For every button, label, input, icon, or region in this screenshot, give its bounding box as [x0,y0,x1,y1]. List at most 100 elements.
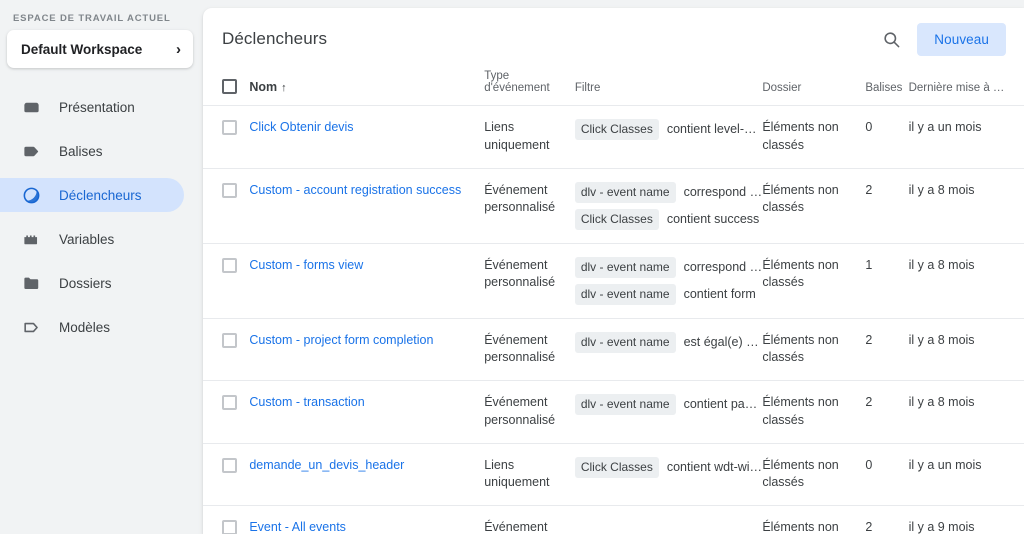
table-row[interactable]: Custom - transaction Événement personnali… [203,380,1024,444]
row-select-cell [203,443,250,507]
filter-cell: dlv - event namecorrespond à l… dlv - eve… [574,243,763,319]
table-row[interactable]: Custom - project form completion Événemen… [203,318,1024,382]
filter-condition: correspond à l… [683,184,763,199]
sort-ascending-icon: ↑ [281,82,287,94]
event-type-cell: Liens uniquement [484,105,575,169]
table-row[interactable]: demande_un_devis_header Liens uniquement C… [203,443,1024,507]
filter-condition: contient wdt-wigt… [666,459,763,474]
column-header-updated[interactable]: Dernière mise à … [908,70,1024,106]
tags-count-cell: 2 [865,380,909,444]
column-header-event-type[interactable]: Type d'événement [484,70,575,106]
filter-condition: contient paym… [683,397,763,412]
row-select-cell [203,380,250,444]
folder-cell: Éléments non classés [762,443,866,507]
trigger-name-link[interactable]: demande_un_devis_header [249,458,404,472]
last-updated-cell: il y a un mois [908,443,1024,507]
row-checkbox[interactable] [222,182,237,198]
sidebar-item-dossiers[interactable]: Dossiers [0,266,184,300]
trigger-name-cell: Click Obtenir devis [249,105,485,169]
event-type-cell: Liens uniquement [484,443,575,507]
row-checkbox[interactable] [222,120,237,135]
trigger-name-link[interactable]: Custom - account registration success [249,183,461,197]
workspace-selector[interactable]: Default Workspace › [7,30,193,68]
table-row[interactable]: Click Obtenir devis Liens uniquement Click… [203,105,1024,169]
row-select-cell [203,105,250,169]
select-all-checkbox[interactable] [222,79,237,94]
filter-cell: dlv - event name correspond à l… Click Cla… [574,168,763,244]
sidebar-item-balises[interactable]: Balises [0,134,184,168]
row-select-cell [203,243,250,319]
trigger-name-link[interactable]: Custom - forms view [249,258,363,272]
sidebar-item-label: Dossiers [59,275,112,291]
table-row[interactable]: Custom - account registration success Évé… [203,168,1024,244]
filter-cell: dlv - event name est égal(e) à p… [574,318,763,382]
column-header-name[interactable]: Nom ↑ [249,70,485,106]
row-checkbox[interactable] [222,332,237,348]
sidebar: ESPACE DE TRAVAIL ACTUEL Default Workspa… [0,0,203,534]
tags-count-cell: 0 [865,105,909,169]
search-icon[interactable] [874,22,908,56]
trigger-name-link[interactable]: Custom - project form completion [249,333,433,347]
card-header: Déclencheurs Nouveau [203,8,1024,70]
last-updated-cell: il y a 8 mois [908,380,1024,444]
last-updated-cell: il y a 9 mois [908,505,1024,534]
folder-cell: Éléments non classés [762,105,866,169]
filter-cell [574,505,763,534]
last-updated-cell: il y a 8 mois [908,318,1024,382]
tags-count-cell: 2 [865,168,909,244]
sidebar-item-label: Variables [59,231,115,247]
sidebar-item-label: Présentation [59,99,135,115]
trigger-name-cell: demande_un_devis_header [249,443,485,507]
page-title: Déclencheurs [222,29,328,48]
column-header-tags[interactable]: Balises [865,70,909,106]
row-checkbox[interactable] [222,395,237,411]
table-row[interactable]: Custom - forms view Événement personnalis… [203,243,1024,319]
sidebar-item-variables[interactable]: Variables [0,222,184,256]
filter-variable-chip: dlv - event name [574,283,676,305]
filter-condition: contient level-1-li… [666,122,762,136]
trigger-name-link[interactable]: Custom - transaction [249,395,364,409]
last-updated-cell: il y a 8 mois [908,168,1024,244]
event-type-cell: Événement personnalisé [484,243,575,319]
sidebar-item-modeles[interactable]: Modèles [0,310,184,344]
new-trigger-button[interactable]: Nouveau [917,22,1006,56]
filter-line: Click Classes contient wdt-wigt… [574,456,763,478]
sidebar-item-label: Balises [59,143,103,159]
workspace-section-label: ESPACE DE TRAVAIL ACTUEL [13,13,171,24]
row-checkbox[interactable] [222,520,237,534]
template-icon [22,318,41,337]
row-checkbox[interactable] [222,457,237,473]
tags-count-cell: 2 [865,505,909,534]
sidebar-item-presentation[interactable]: Présentation [0,90,184,124]
trigger-name-cell: Custom - forms view [249,243,485,319]
column-header-filter[interactable]: Filtre [574,70,763,106]
table-row[interactable]: Event - All events Événement personnalisé… [203,505,1024,534]
event-type-cell: Événement personnalisé [484,168,575,244]
filter-line: dlv - event name est égal(e) à p… [574,331,762,353]
trigger-name-cell: Custom - transaction [249,380,485,444]
trigger-name-cell: Custom - account registration success [249,168,485,244]
trigger-name-link[interactable]: Click Obtenir devis [249,120,353,134]
filter-line: dlv - event name correspond à l… [574,256,762,278]
folder-cell: Éléments non classés [762,243,866,319]
trigger-icon [22,186,41,205]
column-header-folder[interactable]: Dossier [762,70,866,106]
trigger-name-cell: Event - All events [249,505,485,534]
column-header-name-label: Nom [249,80,278,94]
sidebar-item-declencheurs[interactable]: Déclencheurs [0,178,184,212]
row-checkbox[interactable] [222,257,237,273]
filter-condition: contient form [683,286,756,301]
chevron-right-icon: › [176,40,181,58]
table-body: Click Obtenir devis Liens uniquement Click… [203,105,1024,534]
row-select-cell [203,168,250,244]
trigger-name-cell: Custom - project form completion [249,318,485,382]
variables-icon [22,230,41,249]
triggers-table: Nom ↑ Type d'événement Filtre Dossier Bal… [203,70,1024,534]
main-content: Déclencheurs Nouveau Nom ↑ Type d'événem… [203,0,1024,534]
table-header-row: Nom ↑ Type d'événement Filtre Dossier Bal… [203,70,1024,106]
filter-cell: Click Classes contient wdt-wigt… [574,443,763,507]
trigger-name-link[interactable]: Event - All events [249,520,346,534]
event-type-cell: Événement personnalisé [484,318,575,382]
filter-cell: dlv - event name contient paym… [574,380,763,444]
sidebar-item-label: Modèles [59,319,111,335]
